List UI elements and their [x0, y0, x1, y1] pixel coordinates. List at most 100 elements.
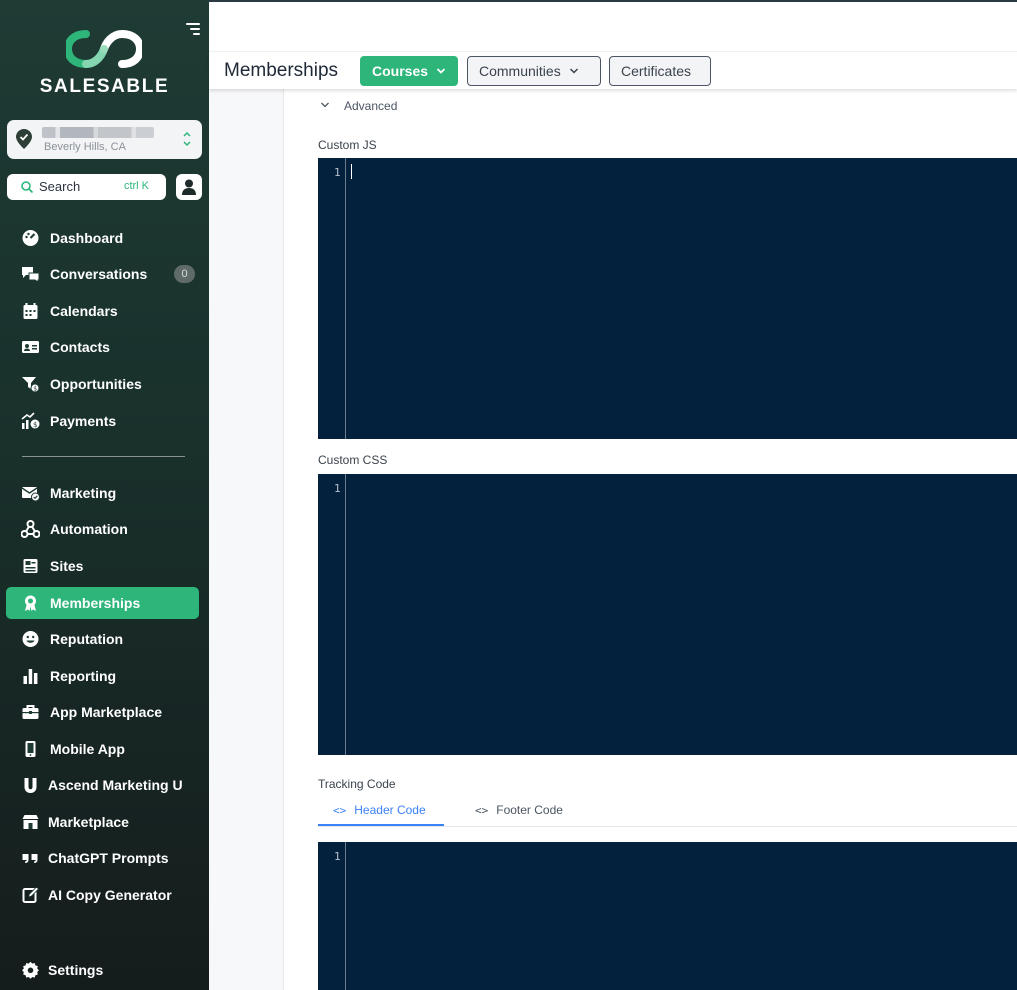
- line-number: 1: [334, 850, 341, 863]
- tab-courses-label: Courses: [372, 63, 429, 79]
- nav-item-calendars[interactable]: Calendars: [6, 295, 199, 327]
- tab-header-code-label: Header Code: [354, 803, 426, 817]
- search-label: Search: [39, 179, 81, 194]
- advanced-label: Advanced: [344, 99, 398, 113]
- nav-label: Settings: [48, 962, 104, 978]
- sidebar: SALESABLE Beverly Hills, CA Search ctrl …: [0, 0, 209, 990]
- custom-js-label: Custom JS: [318, 138, 377, 152]
- nav-item-ascend-marketing-u[interactable]: Ascend Marketing U: [6, 769, 199, 801]
- nav-label: Ascend Marketing U: [48, 777, 183, 793]
- nav-label: Payments: [50, 413, 117, 429]
- nav-item-marketing[interactable]: Marketing: [6, 477, 199, 509]
- tab-courses[interactable]: Courses: [360, 56, 458, 86]
- gear-icon: [22, 961, 39, 979]
- edit-icon: [22, 886, 40, 903]
- header-code-editor[interactable]: 1: [318, 842, 1017, 990]
- nav-item-app-marketplace[interactable]: App Marketplace: [6, 696, 199, 728]
- text-cursor: [351, 164, 352, 179]
- nav-item-conversations[interactable]: Conversations 0: [6, 258, 199, 290]
- sites-icon: [23, 559, 38, 573]
- logo-icon: [66, 29, 142, 69]
- line-number: 1: [334, 482, 341, 495]
- mobile-icon: [25, 741, 36, 757]
- award-icon: [25, 595, 36, 611]
- nav-item-ai-copy-generator[interactable]: AI Copy Generator: [6, 879, 199, 911]
- nav-label: AI Copy Generator: [48, 887, 172, 903]
- calendar-icon: [23, 303, 38, 319]
- map-pin-icon: [16, 129, 32, 149]
- nav-label: Contacts: [50, 339, 110, 355]
- nav-item-chatgpt-prompts[interactable]: ChatGPT Prompts: [6, 842, 199, 874]
- custom-js-editor[interactable]: 1: [318, 158, 1017, 439]
- unread-count-badge: 0: [174, 265, 195, 283]
- brand-name: SALESABLE: [39, 76, 170, 97]
- tab-footer-code[interactable]: <> Footer Code: [475, 803, 563, 817]
- active-tab-indicator: [318, 824, 444, 826]
- nav-item-mobile-app[interactable]: Mobile App: [6, 733, 199, 765]
- editor-gutter: [345, 158, 346, 439]
- nav-label: Memberships: [50, 595, 141, 611]
- user-icon: [182, 179, 196, 195]
- chevron-down-icon: [569, 68, 578, 74]
- bar-chart-icon: [23, 669, 38, 684]
- page-title: Memberships: [224, 60, 339, 81]
- advanced-section-toggle[interactable]: Advanced: [320, 99, 397, 113]
- nav-label: Opportunities: [50, 376, 142, 392]
- tab-communities-label: Communities: [479, 63, 561, 79]
- tab-communities[interactable]: Communities: [467, 56, 601, 86]
- search-button[interactable]: Search ctrl K: [7, 174, 166, 200]
- nav-label: Mobile App: [50, 741, 125, 757]
- smiley-icon: [22, 631, 39, 647]
- nav-item-settings[interactable]: Settings: [6, 954, 199, 986]
- workflow-icon: [21, 520, 40, 538]
- svg-text:$: $: [33, 386, 37, 393]
- nav-divider: [22, 456, 185, 457]
- top-border: [209, 0, 1017, 2]
- tab-header-code[interactable]: <> Header Code: [333, 803, 426, 817]
- search-shortcut: ctrl K: [123, 180, 149, 192]
- nav-item-dashboard[interactable]: Dashboard: [6, 222, 199, 254]
- briefcase-icon: [22, 705, 39, 719]
- location-switcher[interactable]: Beverly Hills, CA: [7, 120, 202, 159]
- nav-item-marketplace[interactable]: Marketplace: [6, 806, 199, 838]
- svg-text:$: $: [33, 421, 37, 429]
- contact-card-icon: [22, 341, 39, 353]
- tab-certificates[interactable]: Certificates: [609, 56, 711, 86]
- user-avatar-button[interactable]: [176, 174, 202, 200]
- nav-item-memberships[interactable]: Memberships: [6, 587, 199, 619]
- app-root: SALESABLE Beverly Hills, CA Search ctrl …: [0, 0, 1017, 990]
- nav-item-sites[interactable]: Sites: [6, 550, 199, 582]
- tracking-code-label: Tracking Code: [318, 777, 396, 791]
- search-icon: [21, 181, 34, 194]
- u-letter-icon: [24, 778, 37, 793]
- chevron-down-icon: [436, 68, 446, 74]
- nav-item-reputation[interactable]: Reputation: [6, 623, 199, 655]
- nav-item-contacts[interactable]: Contacts: [6, 331, 199, 363]
- nav-label: App Marketplace: [50, 704, 163, 720]
- tracking-code-tabs: <> Header Code <> Footer Code: [318, 800, 1017, 827]
- custom-css-editor[interactable]: 1: [318, 474, 1017, 755]
- custom-css-label: Custom CSS: [318, 453, 388, 467]
- funnel-icon: $: [22, 377, 40, 393]
- mail-check-icon: [21, 487, 40, 502]
- nav-item-automation[interactable]: Automation: [6, 513, 199, 545]
- editor-gutter: [345, 474, 346, 755]
- nav-label: Marketing: [50, 485, 117, 501]
- editor-gutter: [345, 842, 346, 990]
- memberships-header: Memberships Courses Communities Certific…: [209, 51, 1017, 89]
- nav-label: ChatGPT Prompts: [48, 850, 169, 866]
- location-city: Beverly Hills, CA: [44, 141, 126, 153]
- line-number: 1: [334, 166, 341, 179]
- collapse-menu-icon[interactable]: [184, 22, 200, 38]
- nav-item-opportunities[interactable]: $ Opportunities: [6, 368, 199, 400]
- code-icon: <>: [333, 804, 347, 817]
- tab-footer-code-label: Footer Code: [496, 803, 563, 817]
- tab-certificates-label: Certificates: [621, 63, 692, 79]
- location-name-redacted: [42, 127, 154, 138]
- nav-label: Marketplace: [48, 814, 129, 830]
- nav-item-payments[interactable]: $ Payments: [6, 405, 199, 437]
- nav-item-reporting[interactable]: Reporting: [6, 660, 199, 692]
- nav-label: Reputation: [50, 631, 124, 647]
- chevron-up-down-icon: [183, 131, 191, 147]
- chevron-down-icon: [321, 102, 329, 108]
